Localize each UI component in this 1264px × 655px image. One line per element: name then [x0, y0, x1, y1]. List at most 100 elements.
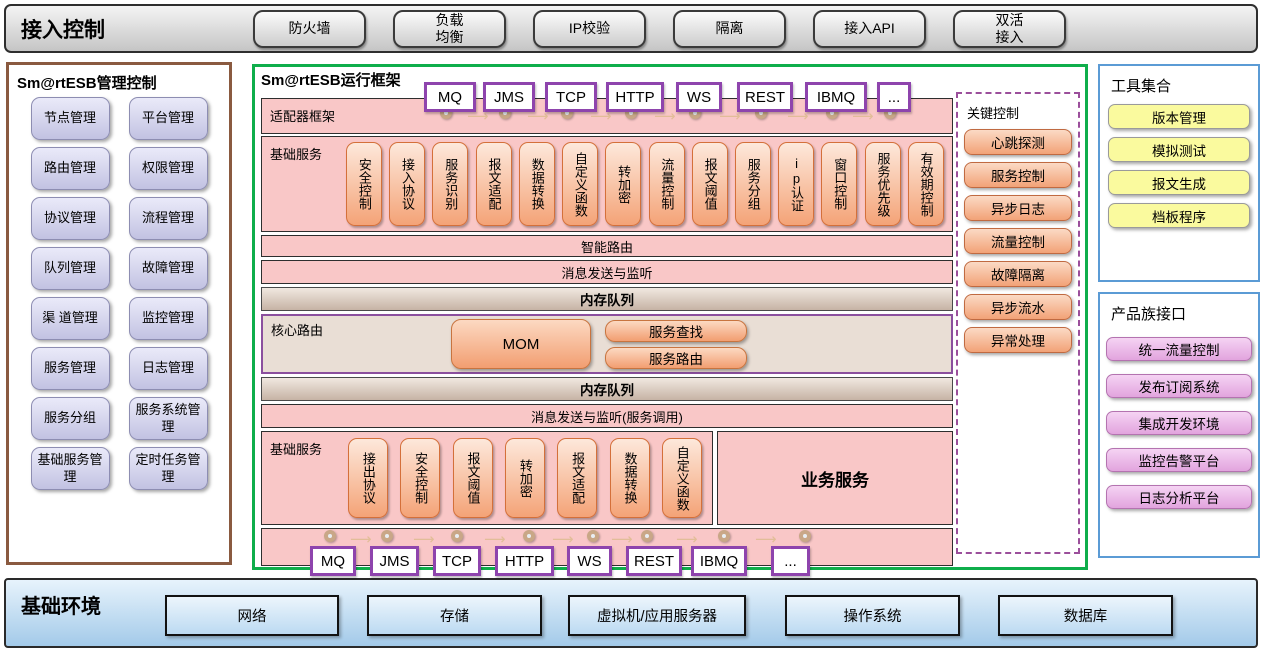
protocol-box: TCP: [545, 82, 597, 112]
base-env-bar: 基础环境 网络 存储 虚拟机/应用服务器 操作系统 数据库: [4, 578, 1258, 648]
management-item: 平台管理: [129, 97, 208, 140]
base-service-item: 服务识别: [432, 142, 468, 226]
connector-dot-icon: [718, 530, 730, 542]
service-lookup-box: 服务查找: [605, 320, 747, 342]
base-service-item: 流量控制: [649, 142, 685, 226]
protocol-box: REST: [737, 82, 793, 112]
base-service-item: 数据转换: [610, 438, 650, 518]
access-control-bar: 接入控制 防火墙 负载 均衡 IP校验 隔离 接入API 双活 接入: [4, 4, 1258, 53]
protocol-box: TCP: [433, 546, 481, 576]
product-family-item: 发布订阅系统: [1106, 374, 1252, 398]
protocol-box: HTTP: [606, 82, 664, 112]
protocol-box: MQ: [310, 546, 356, 576]
base-env-item: 网络: [165, 595, 339, 636]
message-listener-bar: 消息发送与监听: [261, 260, 953, 284]
base-service-item: 服务优先级: [865, 142, 901, 226]
base-services-label: 基础服务: [270, 144, 322, 163]
connector-dot-icon: [451, 530, 463, 542]
key-control-panel: 关键控制 心跳探测 服务控制 异步日志 流量控制 故障隔离 异步流水 异常处理: [956, 92, 1080, 554]
base-services-section-top: 基础服务 安全控制 接入协议 服务识别 报文适配 数据转换 自定义函数 转加密 …: [261, 136, 953, 232]
protocol-box: WS: [567, 546, 612, 576]
core-routing-label: 核心路由: [271, 320, 323, 339]
base-service-item: 数据转换: [519, 142, 555, 226]
toolset-item: 模拟测试: [1108, 137, 1250, 162]
protocol-box: ...: [771, 546, 810, 576]
key-control-item: 服务控制: [964, 162, 1072, 188]
flow-arrow-icon: ⟶: [552, 532, 574, 547]
connector-dot-icon: [641, 530, 653, 542]
management-grid: 节点管理 平台管理 路由管理 权限管理 协议管理 流程管理 队列管理 故障管理 …: [9, 97, 229, 490]
flow-arrow-icon: ⟶: [350, 532, 372, 547]
base-service-item: 有效期控制: [908, 142, 944, 226]
base-services-label: 基础服务: [270, 439, 322, 458]
flow-arrow-icon: ⟶: [611, 532, 633, 547]
connector-dot-icon: [381, 530, 393, 542]
protocol-box: MQ: [424, 82, 476, 112]
management-item: 定时任务管理: [129, 447, 208, 490]
flow-arrow-icon: ⟶: [755, 532, 777, 547]
base-service-item: 接出协议: [348, 438, 388, 518]
management-item: 故障管理: [129, 247, 208, 290]
base-service-item: ip认证: [778, 142, 814, 226]
protocol-box: IBMQ: [691, 546, 747, 576]
runtime-panel-title: Sm@rtESB运行框架: [261, 69, 401, 90]
base-services-section-bottom: 基础服务 接出协议 安全控制 报文阈值 转加密 报文适配 数据转换 自定义函数: [261, 431, 713, 525]
key-control-item: 异步日志: [964, 195, 1072, 221]
toolset-item: 报文生成: [1108, 170, 1250, 195]
dual-active-box: 双活 接入: [953, 10, 1066, 48]
management-item: 服务系统管理: [129, 397, 208, 440]
base-service-item: 自定义函数: [562, 142, 598, 226]
management-item: 节点管理: [31, 97, 110, 140]
base-service-item: 服务分组: [735, 142, 771, 226]
base-service-item: 报文适配: [476, 142, 512, 226]
protocol-box: REST: [626, 546, 682, 576]
management-panel: Sm@rtESB管理控制 节点管理 平台管理 路由管理 权限管理 协议管理 流程…: [6, 62, 232, 565]
flow-arrow-icon: ⟶: [676, 532, 698, 547]
access-control-buttons: 防火墙 负载 均衡 IP校验 隔离 接入API 双活 接入: [253, 10, 1066, 48]
connector-dot-icon: [587, 530, 599, 542]
firewall-box: 防火墙: [253, 10, 366, 48]
protocol-box: HTTP: [495, 546, 554, 576]
management-item: 协议管理: [31, 197, 110, 240]
management-item: 渠 道管理: [31, 297, 110, 340]
ip-verify-box: IP校验: [533, 10, 646, 48]
toolset-item: 档板程序: [1108, 203, 1250, 228]
connector-dot-icon: [799, 530, 811, 542]
base-env-item: 存储: [367, 595, 542, 636]
access-api-box: 接入API: [813, 10, 926, 48]
base-service-item: 报文阈值: [692, 142, 728, 226]
base-env-item: 虚拟机/应用服务器: [568, 595, 746, 636]
key-control-item: 心跳探测: [964, 129, 1072, 155]
key-control-item: 异步流水: [964, 294, 1072, 320]
memory-queue-bar: 内存队列: [261, 287, 953, 311]
base-service-item: 窗口控制: [821, 142, 857, 226]
management-panel-title: Sm@rtESB管理控制: [17, 72, 229, 93]
toolset-title: 工具集合: [1111, 75, 1258, 96]
base-env-item: 数据库: [998, 595, 1173, 636]
management-item: 流程管理: [129, 197, 208, 240]
memory-queue-bar: 内存队列: [261, 377, 953, 401]
base-service-item: 报文阈值: [453, 438, 493, 518]
load-balance-box: 负载 均衡: [393, 10, 506, 48]
product-family-item: 监控告警平台: [1106, 448, 1252, 472]
product-family-item: 统一流量控制: [1106, 337, 1252, 361]
protocol-box: WS: [676, 82, 722, 112]
protocol-box: IBMQ: [805, 82, 867, 112]
management-item: 监控管理: [129, 297, 208, 340]
toolset-item: 版本管理: [1108, 104, 1250, 129]
flow-arrow-icon: ⟶: [484, 532, 506, 547]
smart-routing-bar: 智能路由: [261, 235, 953, 257]
connector-dot-icon: [523, 530, 535, 542]
product-family-item: 日志分析平台: [1106, 485, 1252, 509]
management-item: 服务管理: [31, 347, 110, 390]
key-control-item: 故障隔离: [964, 261, 1072, 287]
product-family-title: 产品族接口: [1111, 303, 1258, 324]
access-control-title: 接入控制: [21, 14, 253, 44]
core-routing-section: 核心路由 MOM 服务查找 服务路由: [261, 314, 953, 374]
isolation-box: 隔离: [673, 10, 786, 48]
management-item: 权限管理: [129, 147, 208, 190]
key-control-item: 流量控制: [964, 228, 1072, 254]
protocol-box: ...: [877, 82, 911, 112]
message-listener-service-call-bar: 消息发送与监听(服务调用): [261, 404, 953, 428]
protocol-box: JMS: [370, 546, 419, 576]
